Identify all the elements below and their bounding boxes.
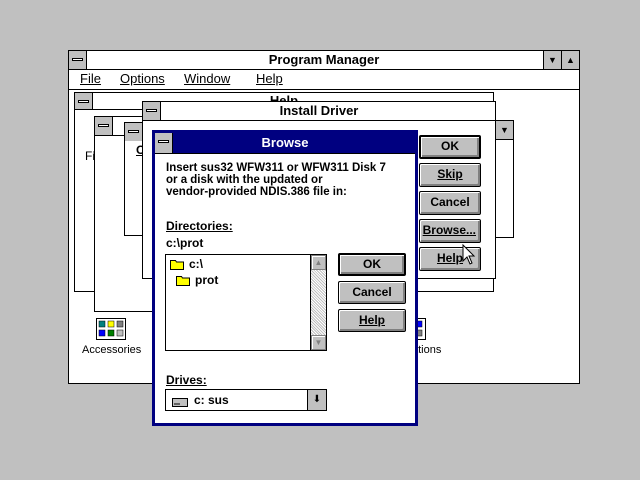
install-driver-browse-button[interactable]: Browse... — [419, 219, 481, 243]
menu-options-label: Options — [120, 71, 165, 86]
browse-help-label: Help — [358, 313, 385, 327]
browse-title: Browse — [261, 135, 309, 150]
scroll-up-icon[interactable]: ▲ — [311, 255, 326, 270]
maximize-icon[interactable]: ▲ — [561, 51, 579, 69]
browse-cancel-button[interactable]: Cancel — [338, 281, 406, 304]
selected-drive: c: sus — [194, 393, 229, 407]
directory-item-prot[interactable]: prot — [176, 273, 218, 287]
program-manager-titlebar[interactable]: Program Manager — [69, 51, 579, 70]
install-driver-titlebar[interactable]: Install Driver — [143, 102, 495, 121]
install-driver-title: Install Driver — [279, 103, 359, 118]
menu-options[interactable]: Options — [120, 71, 165, 86]
browse-message-line-3: vendor-provided NDIS.386 file in: — [166, 186, 347, 198]
browse-system-menu-icon[interactable] — [155, 133, 173, 153]
skip-label: Skip — [437, 167, 463, 181]
browse-titlebar[interactable]: Browse — [155, 133, 415, 154]
drives-dropdown[interactable]: c: sus ⬇ — [165, 389, 327, 411]
program-manager-menubar: File Options Window Help — [69, 70, 579, 90]
menu-file-label: File — [80, 71, 101, 86]
browse-label: Browse... — [422, 223, 476, 237]
minimize-icon[interactable]: ▼ — [543, 51, 561, 69]
directory-item-root[interactable]: c:\ — [170, 257, 203, 271]
install-driver-cancel-button[interactable]: Cancel — [419, 191, 481, 215]
group-window-front-system-menu-icon[interactable] — [125, 123, 143, 141]
drives-label: Drives: — [166, 373, 207, 387]
browse-ok-button[interactable]: OK — [338, 253, 406, 276]
directories-listbox[interactable]: c:\ prot ▲ ▼ — [165, 254, 327, 351]
install-driver-system-menu-icon[interactable] — [143, 102, 161, 120]
directories-label-text: Directories: — [166, 219, 233, 233]
mouse-pointer-icon — [462, 243, 476, 269]
accessories-icon — [96, 318, 126, 340]
directory-item-root-label: c:\ — [189, 257, 204, 271]
scroll-down-icon[interactable]: ▼ — [311, 335, 326, 350]
menu-window[interactable]: Window — [184, 71, 230, 86]
browse-message-line-2: or a disk with the updated or — [166, 174, 323, 186]
dropdown-arrow-icon[interactable]: ⬇ — [307, 390, 326, 410]
group-window-back-system-menu-icon[interactable] — [75, 93, 93, 109]
program-manager-title: Program Manager — [268, 52, 380, 67]
browse-message: Insert sus32 WFW311 or WFW311 Disk 7 or … — [166, 162, 386, 198]
browse-message-line-1: Insert sus32 WFW311 or WFW311 Disk 7 — [166, 162, 386, 174]
install-driver-ok-button[interactable]: OK — [419, 135, 481, 159]
menu-window-label: Window — [184, 71, 231, 86]
directories-label: Directories: — [166, 219, 233, 233]
directories-scrollbar[interactable]: ▲ ▼ — [310, 255, 326, 350]
install-help-label: Help — [436, 251, 463, 265]
current-path: c:\prot — [166, 236, 204, 250]
drives-label-text: Drives: — [166, 373, 207, 387]
browse-dialog: Browse Insert sus32 WFW311 or WFW311 Dis… — [152, 130, 418, 426]
menu-help-label: Help — [256, 71, 283, 86]
accessories-group-icon[interactable] — [96, 318, 126, 340]
group-window-mid-system-menu-icon[interactable] — [95, 117, 113, 135]
directory-item-prot-label: prot — [195, 273, 219, 287]
hard-drive-icon — [172, 396, 188, 410]
install-driver-skip-button[interactable]: Skip — [419, 163, 481, 187]
group-window-right-maximize-icon[interactable]: ▼ — [495, 121, 513, 139]
program-manager-system-menu-icon[interactable] — [69, 51, 87, 69]
open-folder-icon — [170, 259, 185, 271]
accessories-group-label: Accessories — [82, 344, 142, 356]
menu-help[interactable]: Help — [256, 71, 283, 86]
open-folder-icon — [176, 275, 191, 287]
menu-file[interactable]: File — [80, 71, 101, 86]
browse-help-button[interactable]: Help — [338, 309, 406, 332]
